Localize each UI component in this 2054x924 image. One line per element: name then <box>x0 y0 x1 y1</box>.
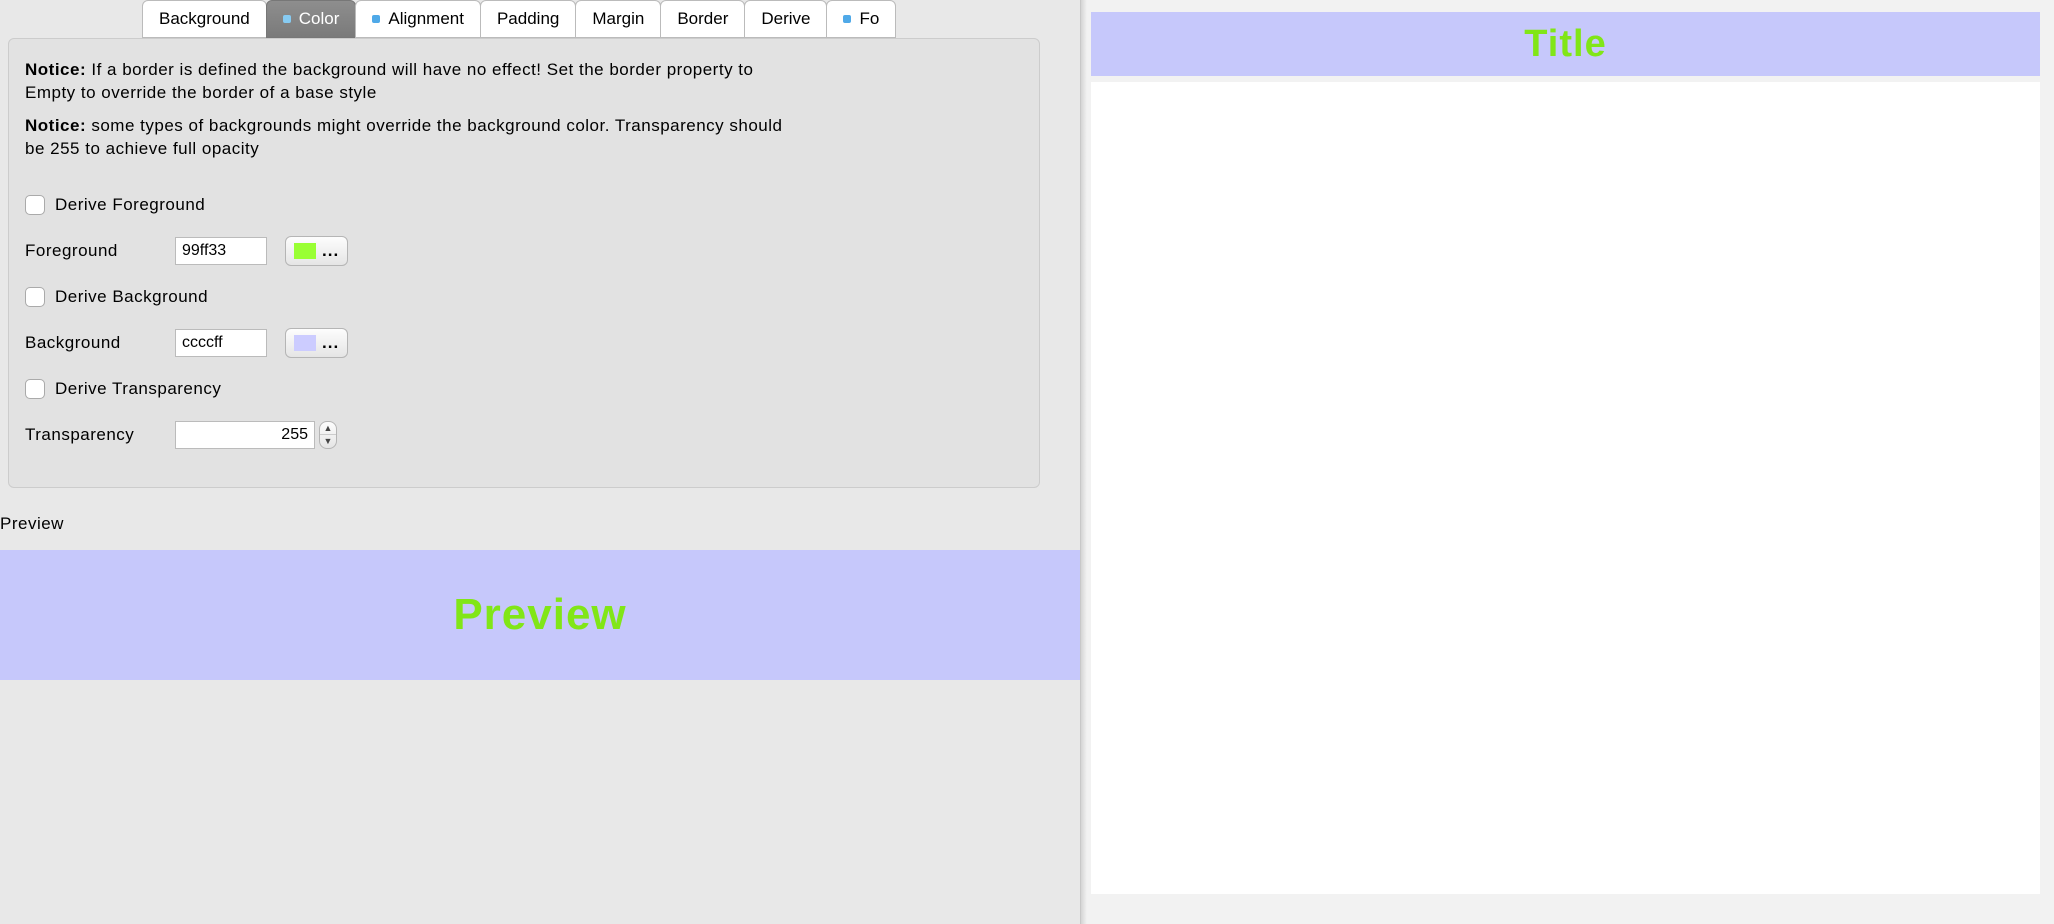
derive-transparency-label: Derive Transparency <box>55 379 221 399</box>
foreground-label: Foreground <box>25 241 175 261</box>
derive-background-label: Derive Background <box>55 287 208 307</box>
tab-indicator-icon <box>283 15 291 23</box>
tab-label: Border <box>677 9 728 29</box>
tab-font-truncated[interactable]: Fo <box>826 0 896 38</box>
preview-text: Preview <box>453 590 626 640</box>
preview-heading: Preview <box>0 514 1080 534</box>
notice-prefix: Notice: <box>25 116 86 135</box>
tab-alignment[interactable]: Alignment <box>355 0 481 38</box>
tab-label: Padding <box>497 9 559 29</box>
title-bar: Title <box>1091 12 2040 76</box>
notice-text: some types of backgrounds might override… <box>25 116 783 158</box>
right-panel: Title <box>1080 0 2054 924</box>
right-body <box>1091 82 2040 894</box>
foreground-color-button[interactable]: ... <box>285 236 348 266</box>
stepper-down-icon[interactable]: ▼ <box>320 435 336 448</box>
preview-box: Preview <box>0 550 1080 680</box>
tab-indicator-icon <box>843 15 851 23</box>
notice-transparency: Notice: some types of backgrounds might … <box>25 115 805 161</box>
tab-padding[interactable]: Padding <box>480 0 576 38</box>
notice-text: If a border is defined the background wi… <box>25 60 753 102</box>
tab-margin[interactable]: Margin <box>575 0 661 38</box>
transparency-stepper[interactable]: ▲ ▼ <box>319 421 337 449</box>
tab-border[interactable]: Border <box>660 0 745 38</box>
transparency-label: Transparency <box>25 425 175 445</box>
derive-transparency-checkbox[interactable] <box>25 379 45 399</box>
stepper-up-icon[interactable]: ▲ <box>320 422 336 436</box>
tab-label: Color <box>299 9 340 29</box>
tab-color[interactable]: Color <box>266 0 357 38</box>
background-input[interactable] <box>175 329 267 357</box>
tab-label: Fo <box>859 9 879 29</box>
tab-label: Alignment <box>388 9 464 29</box>
tab-derive[interactable]: Derive <box>744 0 827 38</box>
background-label: Background <box>25 333 175 353</box>
derive-foreground-checkbox[interactable] <box>25 195 45 215</box>
derive-background-checkbox[interactable] <box>25 287 45 307</box>
notice-border: Notice: If a border is defined the backg… <box>25 59 805 105</box>
foreground-input[interactable] <box>175 237 267 265</box>
transparency-input[interactable] <box>175 421 315 449</box>
background-color-button[interactable]: ... <box>285 328 348 358</box>
title-text: Title <box>1524 23 1606 66</box>
background-swatch-icon <box>294 335 316 351</box>
ellipsis-icon: ... <box>322 241 339 261</box>
color-settings-panel: Notice: If a border is defined the backg… <box>8 38 1040 488</box>
foreground-swatch-icon <box>294 243 316 259</box>
tab-label: Derive <box>761 9 810 29</box>
tab-bar: Background Color Alignment Padding Margi… <box>142 0 1080 38</box>
notice-prefix: Notice: <box>25 60 86 79</box>
tab-indicator-icon <box>372 15 380 23</box>
tab-label: Background <box>159 9 250 29</box>
tab-label: Margin <box>592 9 644 29</box>
tab-background[interactable]: Background <box>142 0 267 38</box>
ellipsis-icon: ... <box>322 333 339 353</box>
derive-foreground-label: Derive Foreground <box>55 195 205 215</box>
